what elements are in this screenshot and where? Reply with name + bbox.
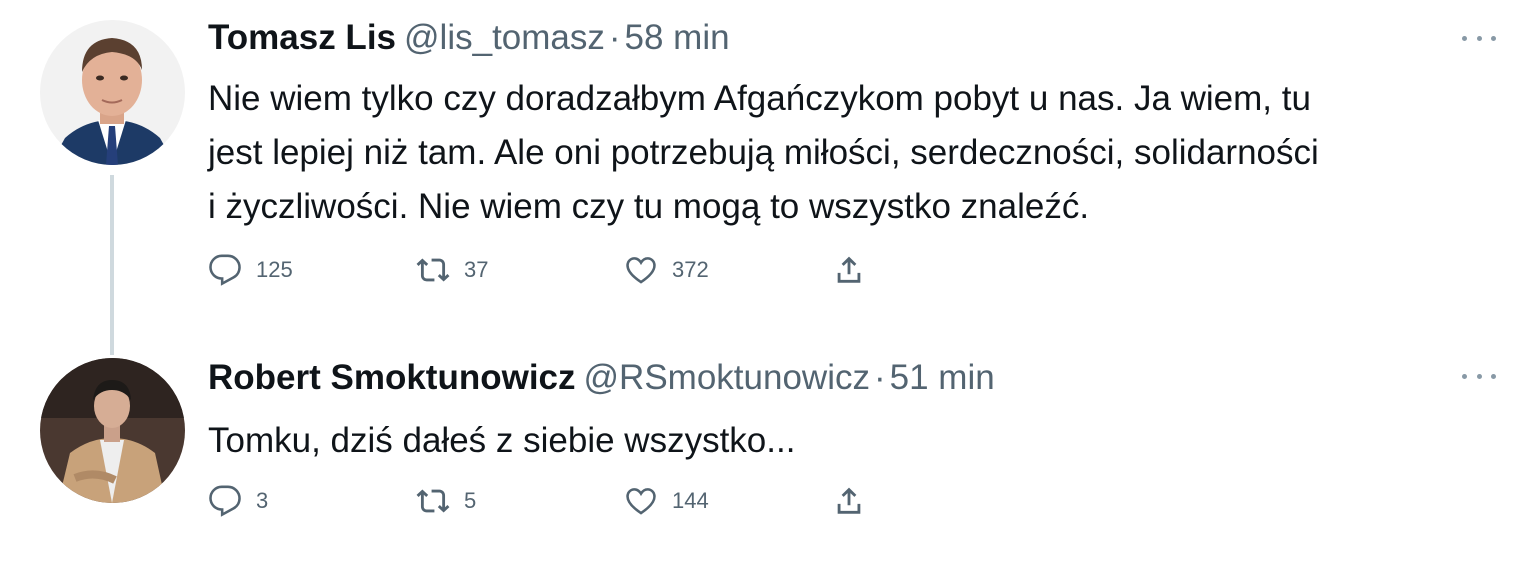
author-name[interactable]: Tomasz Lis: [208, 18, 396, 57]
share-button[interactable]: [832, 252, 866, 288]
share-button[interactable]: [832, 483, 866, 519]
like-icon: [626, 488, 656, 515]
timestamp[interactable]: 51 min: [890, 358, 995, 397]
more-options-icon[interactable]: [1462, 370, 1496, 382]
reply-count: 3: [256, 488, 269, 513]
retweet-button[interactable]: 5: [416, 483, 476, 519]
avatar[interactable]: [40, 358, 185, 503]
tweet-text: Nie wiem tylko czy doradzałbym Afgańczyk…: [208, 72, 1508, 234]
retweet-icon: [416, 489, 450, 513]
separator-dot: ·: [608, 18, 621, 57]
tweet[interactable]: Robert Smoktunowicz @RSmoktunowicz · 51 min…: [0, 345, 1536, 571]
tweet-header: Tomasz Lis @lis_tomasz · 58 min: [208, 18, 730, 58]
retweet-icon: [416, 258, 450, 282]
avatar-image: [40, 20, 185, 165]
timestamp[interactable]: 58 min: [625, 18, 730, 57]
tweet-text-line: i życzliwości. Nie wiem czy tu mogą to w…: [208, 187, 1090, 226]
author-name[interactable]: Robert Smoktunowicz: [208, 358, 576, 397]
retweet-button[interactable]: 37: [416, 252, 488, 288]
tweet-header: Robert Smoktunowicz @RSmoktunowicz · 51 min: [208, 358, 995, 398]
author-handle[interactable]: @lis_tomasz: [404, 18, 605, 57]
avatar[interactable]: [40, 20, 185, 165]
tweet[interactable]: Tomasz Lis @lis_tomasz · 58 min Nie wiem ty…: [0, 0, 1536, 355]
separator-dot: ·: [873, 358, 886, 397]
share-icon: [837, 487, 861, 514]
like-count: 144: [672, 488, 709, 513]
more-options-icon[interactable]: [1462, 32, 1496, 44]
author-handle[interactable]: @RSmoktunowicz: [584, 358, 870, 397]
like-count: 372: [672, 257, 709, 282]
avatar-image: [40, 358, 185, 503]
retweet-count: 37: [464, 257, 489, 282]
like-icon: [626, 257, 656, 284]
like-button[interactable]: 144: [624, 483, 709, 519]
reply-button[interactable]: 3: [208, 483, 268, 519]
tweet-text: Tomku, dziś dałeś z siebie wszystko...: [208, 414, 1508, 468]
tweet-text-line: Nie wiem tylko czy doradzałbym Afgańczyk…: [208, 79, 1311, 118]
thread-line: [110, 175, 114, 355]
reply-count: 125: [256, 257, 293, 282]
reply-icon: [209, 485, 241, 517]
tweet-text-line: Tomku, dziś dałeś z siebie wszystko...: [208, 421, 796, 460]
retweet-count: 5: [464, 488, 477, 513]
share-icon: [837, 256, 861, 283]
reply-icon: [209, 254, 241, 286]
tweet-text-line: jest lepiej niż tam. Ale oni potrzebują …: [208, 133, 1319, 172]
like-button[interactable]: 372: [624, 252, 709, 288]
reply-button[interactable]: 125: [208, 252, 293, 288]
